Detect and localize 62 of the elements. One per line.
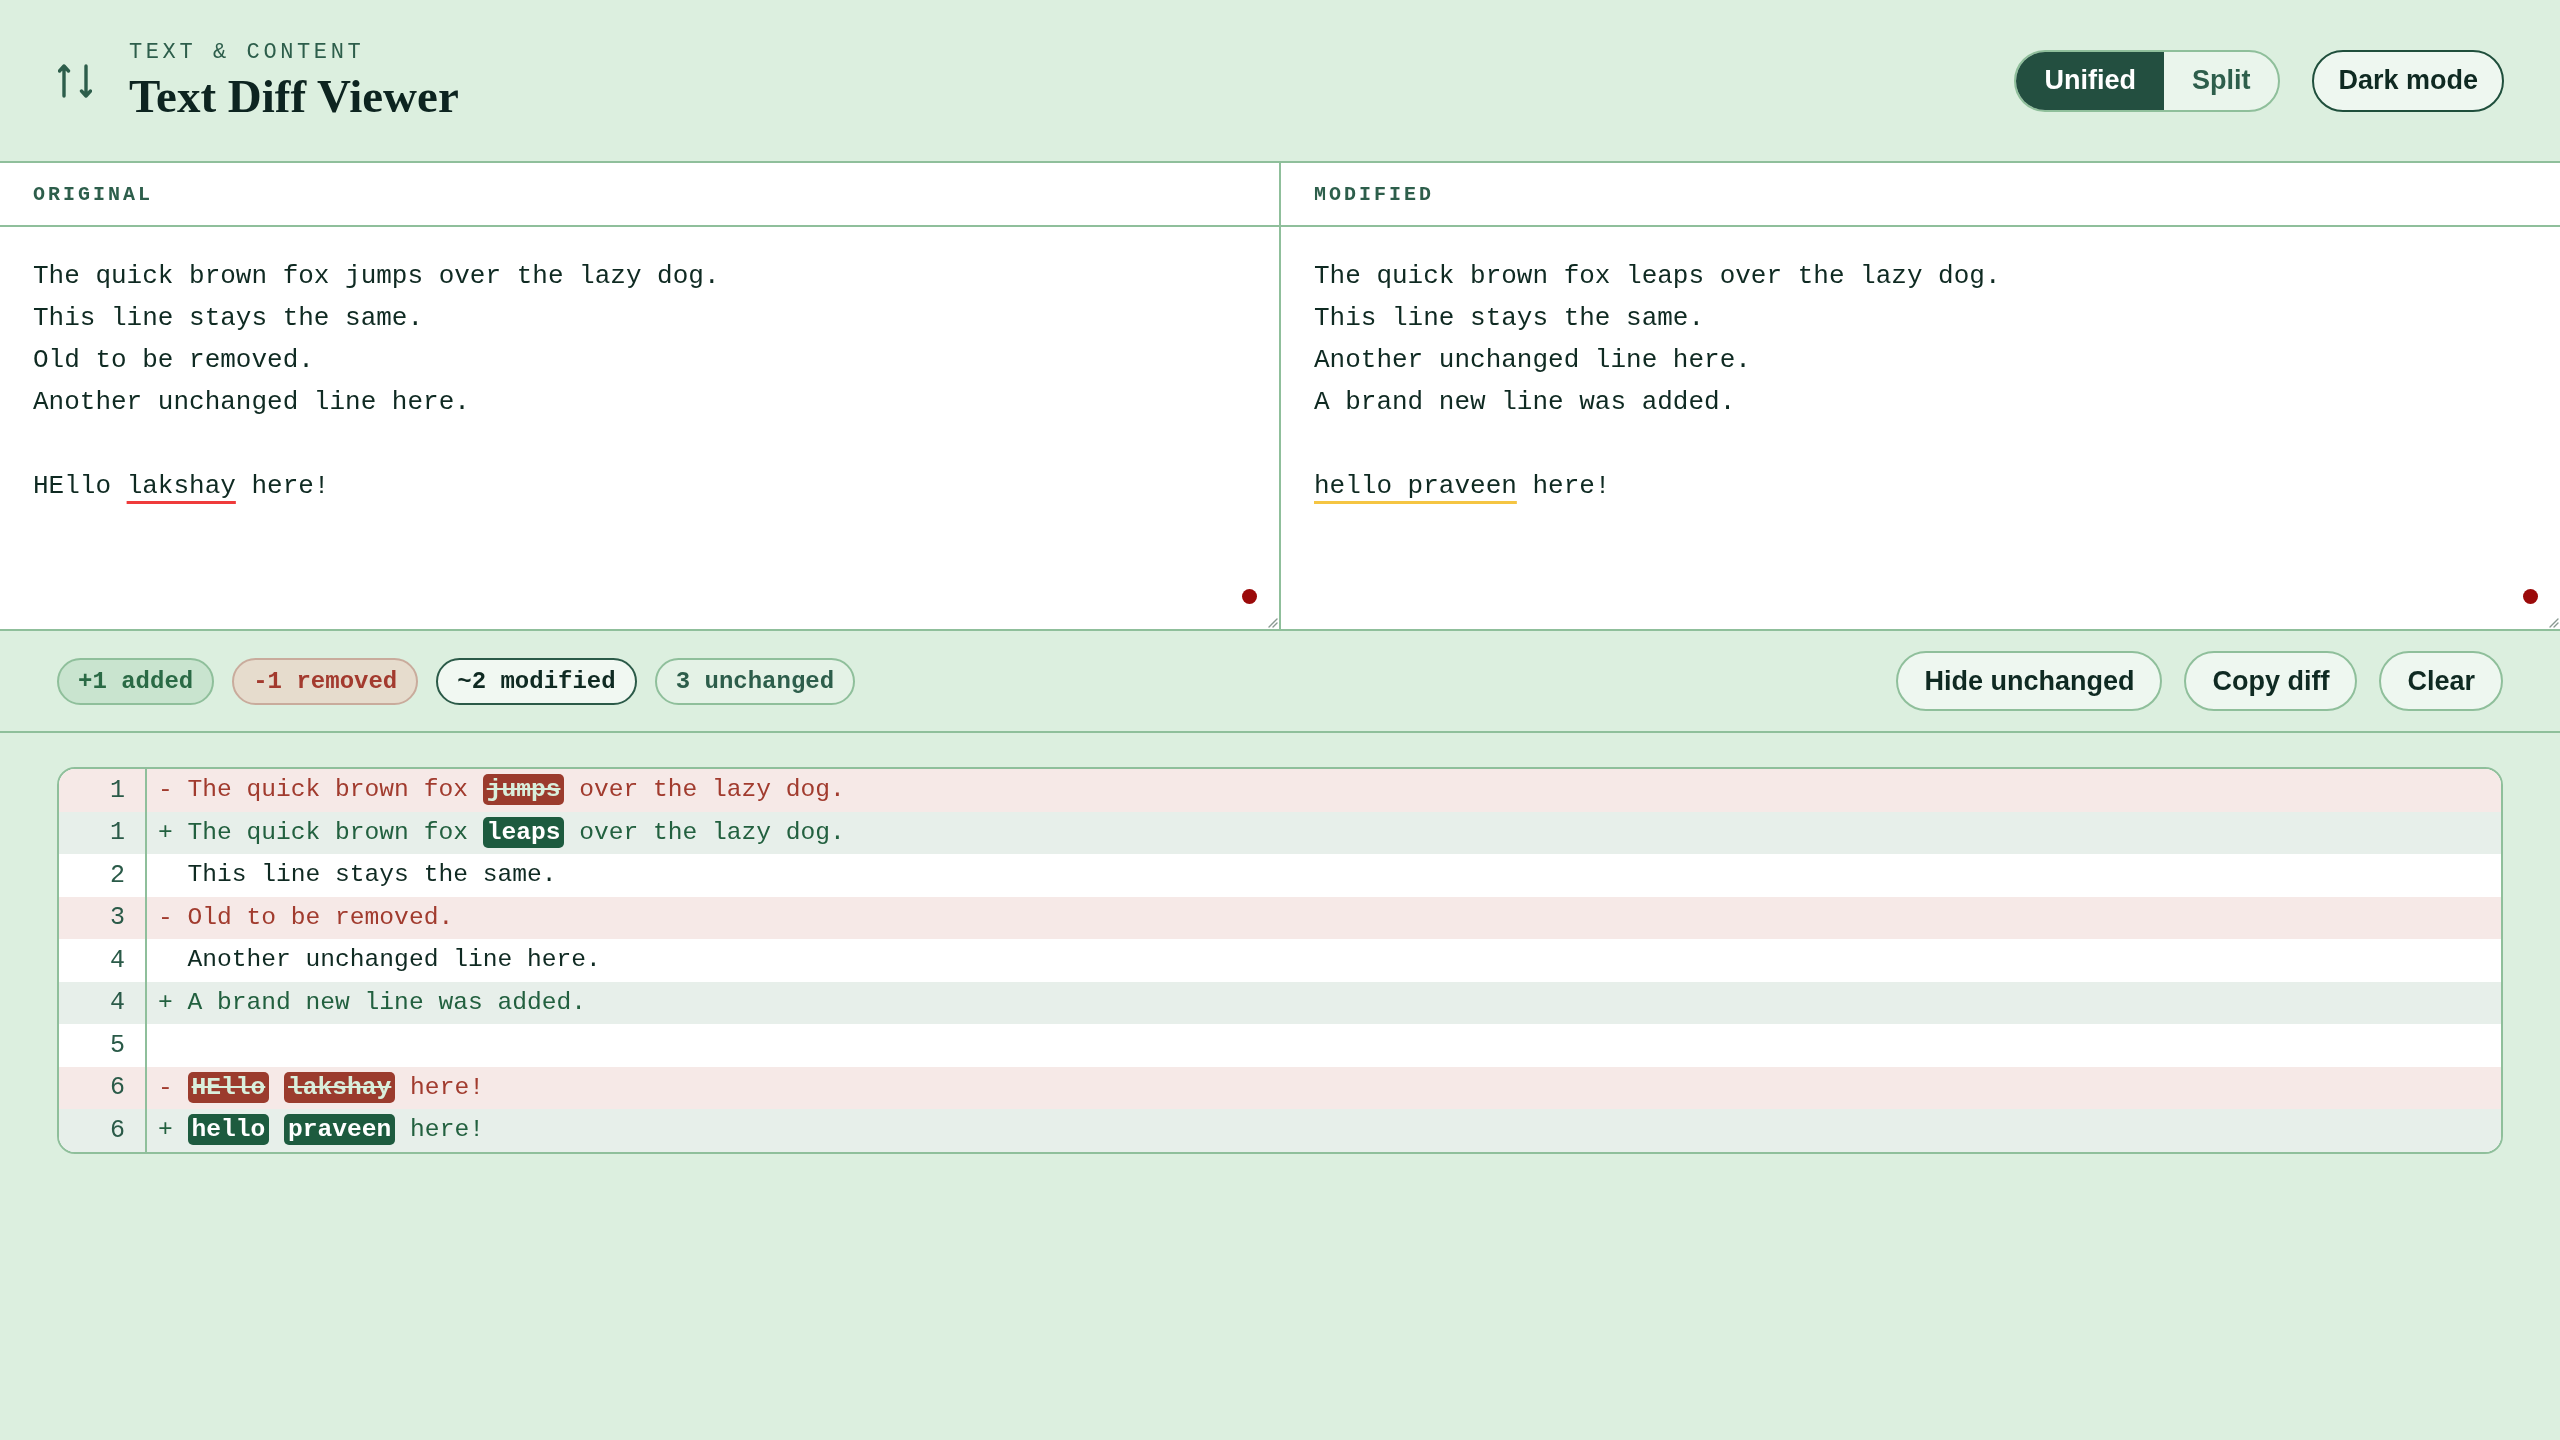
- line-number: 3: [110, 903, 125, 933]
- removed-sign: -: [158, 902, 173, 933]
- diff-text: The quick brown fox: [187, 818, 468, 846]
- text-line: This line stays the same.: [33, 302, 425, 335]
- line-number: 4: [110, 988, 125, 1018]
- text-line: The quick brown fox jumps over the lazy dog.: [33, 260, 721, 293]
- text-line: Another unchanged line here.: [33, 386, 471, 419]
- added-sign: +: [158, 1115, 173, 1145]
- resize-handle-icon[interactable]: [1268, 618, 1278, 628]
- up-down-arrows-icon: [58, 62, 92, 99]
- action-button[interactable]: Clear: [2379, 651, 2503, 711]
- diff-text: Old to be removed.: [187, 903, 454, 931]
- line-number: 1: [110, 818, 125, 848]
- diff-text: over the lazy dog.: [579, 776, 845, 803]
- change-count-badge: -1 removed: [232, 657, 419, 705]
- line-number: 4: [110, 945, 125, 975]
- removed-sign: -: [158, 775, 173, 805]
- diff-text: here!: [410, 1116, 484, 1143]
- line-number: 1: [110, 775, 125, 805]
- resize-handle-icon[interactable]: [2549, 618, 2559, 628]
- indicator-dot-icon: [1242, 589, 1257, 604]
- text-line: This line stays the same.: [1314, 302, 1706, 335]
- added-sign: +: [158, 817, 173, 848]
- line-number: 5: [110, 1030, 125, 1060]
- pane-label: ORIGINAL: [33, 182, 153, 206]
- diff-text: This line stays the same.: [187, 861, 557, 888]
- text-input[interactable]: The quick brown fox jumps over the lazy dog. This line stays the same. Old to be removed. Another unchanged line here. HEllo lakshay here!: [0, 227, 1279, 629]
- pane-label: MODIFIED: [1314, 182, 1434, 206]
- text-line: Old to be removed.: [33, 344, 315, 377]
- text-line: The quick brown fox leaps over the lazy dog.: [1314, 260, 2002, 293]
- text-line: A brand new line was added.: [1314, 386, 1737, 419]
- text-line: hello praveen here!: [1314, 470, 1612, 503]
- change-count-badge: +1 added: [57, 657, 215, 705]
- diff-text: over the lazy dog.: [579, 818, 845, 846]
- removed-word: jumps: [482, 774, 565, 805]
- added-word: hello: [187, 1114, 270, 1145]
- section-label: TEXT & CONTENT: [129, 40, 365, 66]
- dark-mode-button[interactable]: Dark mode: [2312, 49, 2504, 112]
- diff-text: The quick brown fox: [187, 776, 468, 803]
- text-line: HEllo lakshay here!: [33, 470, 331, 503]
- diff-text: here!: [410, 1073, 484, 1101]
- line-number: 6: [110, 1115, 125, 1145]
- app-title: Text Diff Viewer: [129, 71, 459, 121]
- indicator-dot-icon: [2523, 589, 2538, 604]
- diff-text: A brand new line was added.: [187, 988, 586, 1016]
- text-input[interactable]: The quick brown fox leaps over the lazy dog. This line stays the same. Another unchanged line here. A brand new line was added. hello praveen here!: [1281, 227, 2560, 629]
- removed-word: HEllo: [187, 1071, 270, 1103]
- line-number: 6: [110, 1073, 125, 1103]
- added-word: leaps: [482, 816, 565, 848]
- view-mode-tab[interactable]: Split: [2163, 51, 2279, 110]
- view-mode-tab[interactable]: Unified: [2016, 51, 2164, 110]
- added-word: praveen: [284, 1114, 396, 1145]
- change-count-badge: 3 unchanged: [654, 657, 856, 705]
- action-button[interactable]: Copy diff: [2184, 651, 2358, 711]
- removed-word: lakshay: [284, 1071, 396, 1103]
- change-count-badge: ~2 modified: [436, 657, 637, 705]
- added-sign: +: [158, 987, 173, 1018]
- removed-sign: -: [158, 1072, 173, 1103]
- line-number: 2: [110, 860, 125, 890]
- action-button[interactable]: Hide unchanged: [1896, 651, 2163, 711]
- text-line: Another unchanged line here.: [1314, 344, 1752, 377]
- diff-text: Another unchanged line here.: [187, 946, 601, 973]
